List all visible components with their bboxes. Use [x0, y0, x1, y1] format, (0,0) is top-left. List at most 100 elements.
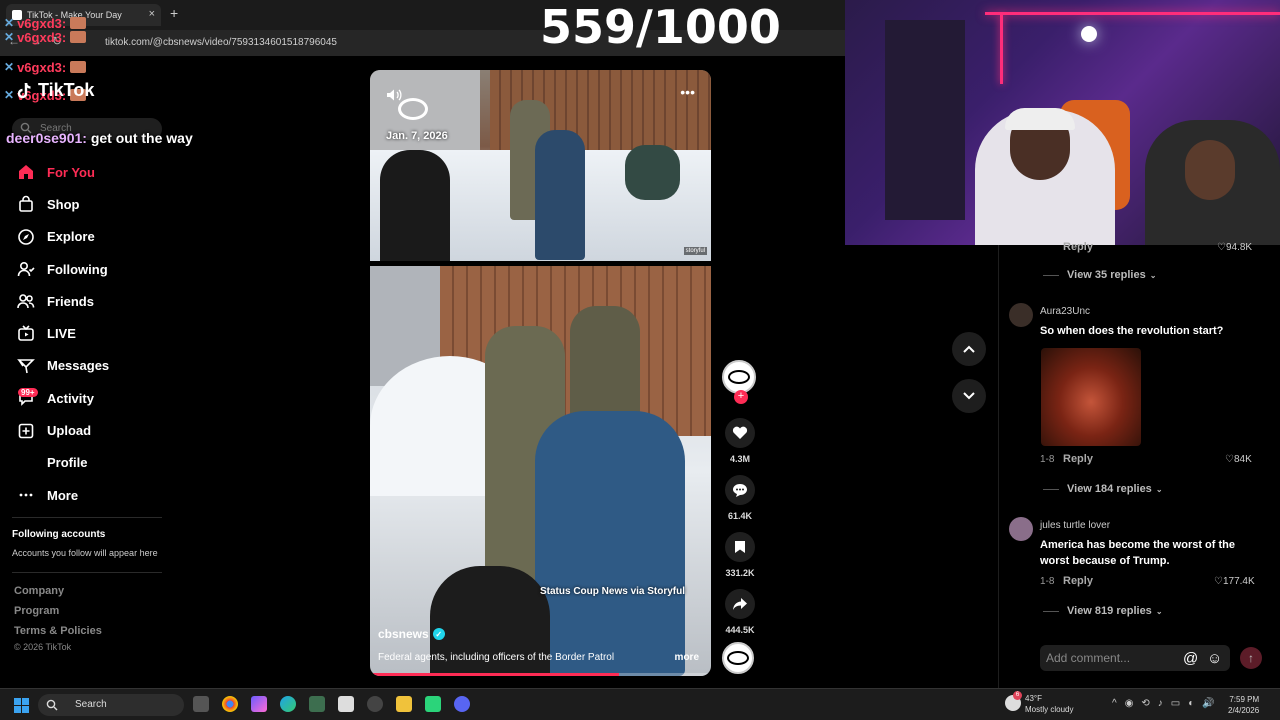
comment-likes[interactable]: ♡ 84K	[1225, 454, 1252, 465]
footer-link-program[interactable]: Program	[14, 605, 102, 625]
comment-button[interactable]: 61.4K	[722, 475, 758, 521]
sidebar-item-profile[interactable]: Profile	[16, 447, 109, 479]
task-view-icon[interactable]	[193, 696, 209, 712]
taskbar-clock[interactable]: 7:59 PM 2/4/2026	[1228, 694, 1259, 716]
view-replies-button[interactable]: View 35 replies ⌄	[1043, 269, 1156, 281]
sword-icon: ✕	[4, 88, 15, 102]
live-icon	[16, 324, 36, 344]
store-icon[interactable]	[338, 696, 354, 712]
system-tray[interactable]: ^◉⟲♪▭◐🔊	[1112, 698, 1223, 709]
footer-link-company[interactable]: Company	[14, 585, 102, 605]
reply-button[interactable]: Reply	[1063, 453, 1093, 465]
save-button[interactable]: 331.2K	[722, 532, 758, 578]
sidebar-item-upload[interactable]: Upload	[16, 414, 109, 446]
like-button[interactable]: 4.3M	[722, 418, 758, 464]
sidebar-item-live[interactable]: LIVE	[16, 317, 109, 349]
view-replies-label: View 819 replies	[1067, 605, 1152, 617]
reply-button[interactable]: Reply	[1063, 575, 1093, 587]
comment-text: So when does the revolution start?	[1040, 325, 1224, 337]
tiktok-note-icon	[17, 82, 31, 98]
copyright: © 2026 TikTok	[14, 642, 72, 652]
more-options-icon[interactable]: •••	[680, 84, 695, 100]
person-on-snow	[625, 145, 680, 200]
chevron-down-icon: ⌄	[1155, 606, 1163, 616]
view-replies-label: View 184 replies	[1067, 483, 1152, 495]
follow-plus-icon[interactable]: +	[734, 390, 748, 404]
app-icon[interactable]	[425, 696, 441, 712]
sidebar-item-label: Explore	[47, 229, 95, 245]
emoji-icon[interactable]: ☺	[1207, 650, 1222, 667]
edge-icon[interactable]	[280, 696, 296, 712]
weather-widget[interactable]: 6 43°F Mostly cloudy	[1005, 691, 1074, 715]
action-column: +	[722, 360, 758, 404]
music-disc[interactable]	[722, 642, 758, 674]
taskbar-search[interactable]: Search	[38, 694, 184, 716]
discord-icon[interactable]	[454, 696, 470, 712]
share-count: 444.5K	[725, 625, 755, 635]
comment-likes[interactable]: ♡ 94.8K	[1217, 242, 1252, 253]
sidebar-item-messages[interactable]: Messages	[16, 350, 109, 382]
mention-icon[interactable]: @	[1183, 650, 1198, 667]
sidebar-item-shop[interactable]: Shop	[16, 188, 109, 220]
chat-entry: ✕ v6gxd3:	[4, 29, 114, 45]
comment-username[interactable]: jules turtle lover	[1040, 520, 1110, 531]
following-accounts-subtitle: Accounts you follow will appear here	[12, 548, 158, 558]
following-accounts-title: Following accounts	[12, 529, 106, 540]
sidebar-item-label: Following	[47, 261, 108, 277]
copilot-icon[interactable]	[251, 696, 267, 712]
send-comment-button[interactable]: ↑	[1240, 647, 1262, 669]
video-progress-bar[interactable]	[370, 673, 711, 676]
chrome-icon[interactable]	[222, 696, 238, 712]
add-comment-input[interactable]: Add comment...	[1040, 645, 1230, 671]
footer-links: Company Program Terms & Policies	[14, 585, 102, 645]
man-figure	[535, 130, 585, 260]
previous-video-button[interactable]	[952, 332, 986, 366]
volume-icon[interactable]	[386, 88, 402, 102]
friends-icon	[16, 291, 36, 311]
compass-icon	[16, 227, 36, 247]
obs-icon[interactable]	[367, 696, 383, 712]
windows-taskbar: Search 6 43°F Mostly cloudy ^◉⟲♪▭◐🔊 7:59…	[0, 688, 1280, 720]
video-frame-bottom	[370, 266, 711, 676]
reply-line	[1043, 610, 1059, 612]
avatar[interactable]	[1009, 303, 1033, 327]
view-replies-button[interactable]: View 184 replies ⌄	[1043, 483, 1163, 495]
comment-image[interactable]	[1041, 348, 1141, 446]
sidebar-item-label: More	[47, 487, 79, 503]
sidebar-item-friends[interactable]: Friends	[16, 285, 109, 317]
url-field[interactable]: tiktok.com/@cbsnews/video/75931346015187…	[105, 37, 337, 48]
weather-desc: Mostly cloudy	[1025, 705, 1074, 714]
creator-avatar[interactable]: +	[722, 360, 756, 404]
reply-button[interactable]: Reply	[1063, 241, 1093, 253]
video-author[interactable]: cbsnews ✓	[378, 627, 445, 641]
close-tab-icon[interactable]: ×	[149, 8, 155, 20]
new-tab-icon[interactable]: +	[170, 5, 178, 21]
app-icon[interactable]	[309, 696, 325, 712]
verified-icon: ✓	[432, 628, 445, 640]
sidebar-item-for-you[interactable]: For You	[16, 156, 109, 188]
share-button[interactable]: 444.5K	[722, 589, 758, 635]
chat-avatar	[70, 61, 87, 73]
save-count: 331.2K	[725, 568, 755, 578]
comment-username[interactable]: Aura23Unc	[1040, 306, 1090, 317]
taskbar-search-label: Search	[75, 699, 107, 710]
video-player[interactable]: ••• Jan. 7, 2026 storyful Status Coup Ne…	[370, 70, 711, 676]
file-explorer-icon[interactable]	[396, 696, 412, 712]
tiktok-logo[interactable]: TikTok	[16, 80, 94, 101]
sidebar-item-activity[interactable]: 99+ Activity	[16, 382, 109, 414]
sidebar-item-explore[interactable]: Explore	[16, 221, 109, 253]
avatar[interactable]	[1009, 517, 1033, 541]
guest-head	[1185, 140, 1235, 200]
view-replies-button[interactable]: View 819 replies ⌄	[1043, 605, 1163, 617]
chat-avatar	[70, 17, 87, 29]
sidebar-menu: For You Shop Explore Following Friends L…	[16, 156, 109, 511]
sidebar-item-more[interactable]: More	[16, 479, 109, 511]
chat-username: v6gxd3:	[17, 29, 67, 45]
comment-likes[interactable]: ♡ 177.4K	[1214, 576, 1255, 587]
sidebar-item-label: Messages	[47, 358, 110, 374]
chevron-down-icon: ⌄	[1149, 270, 1157, 280]
caption-more-link[interactable]: more	[675, 652, 699, 663]
windows-start-icon[interactable]	[14, 698, 29, 713]
sidebar-item-following[interactable]: Following	[16, 253, 109, 285]
next-video-button[interactable]	[952, 379, 986, 413]
